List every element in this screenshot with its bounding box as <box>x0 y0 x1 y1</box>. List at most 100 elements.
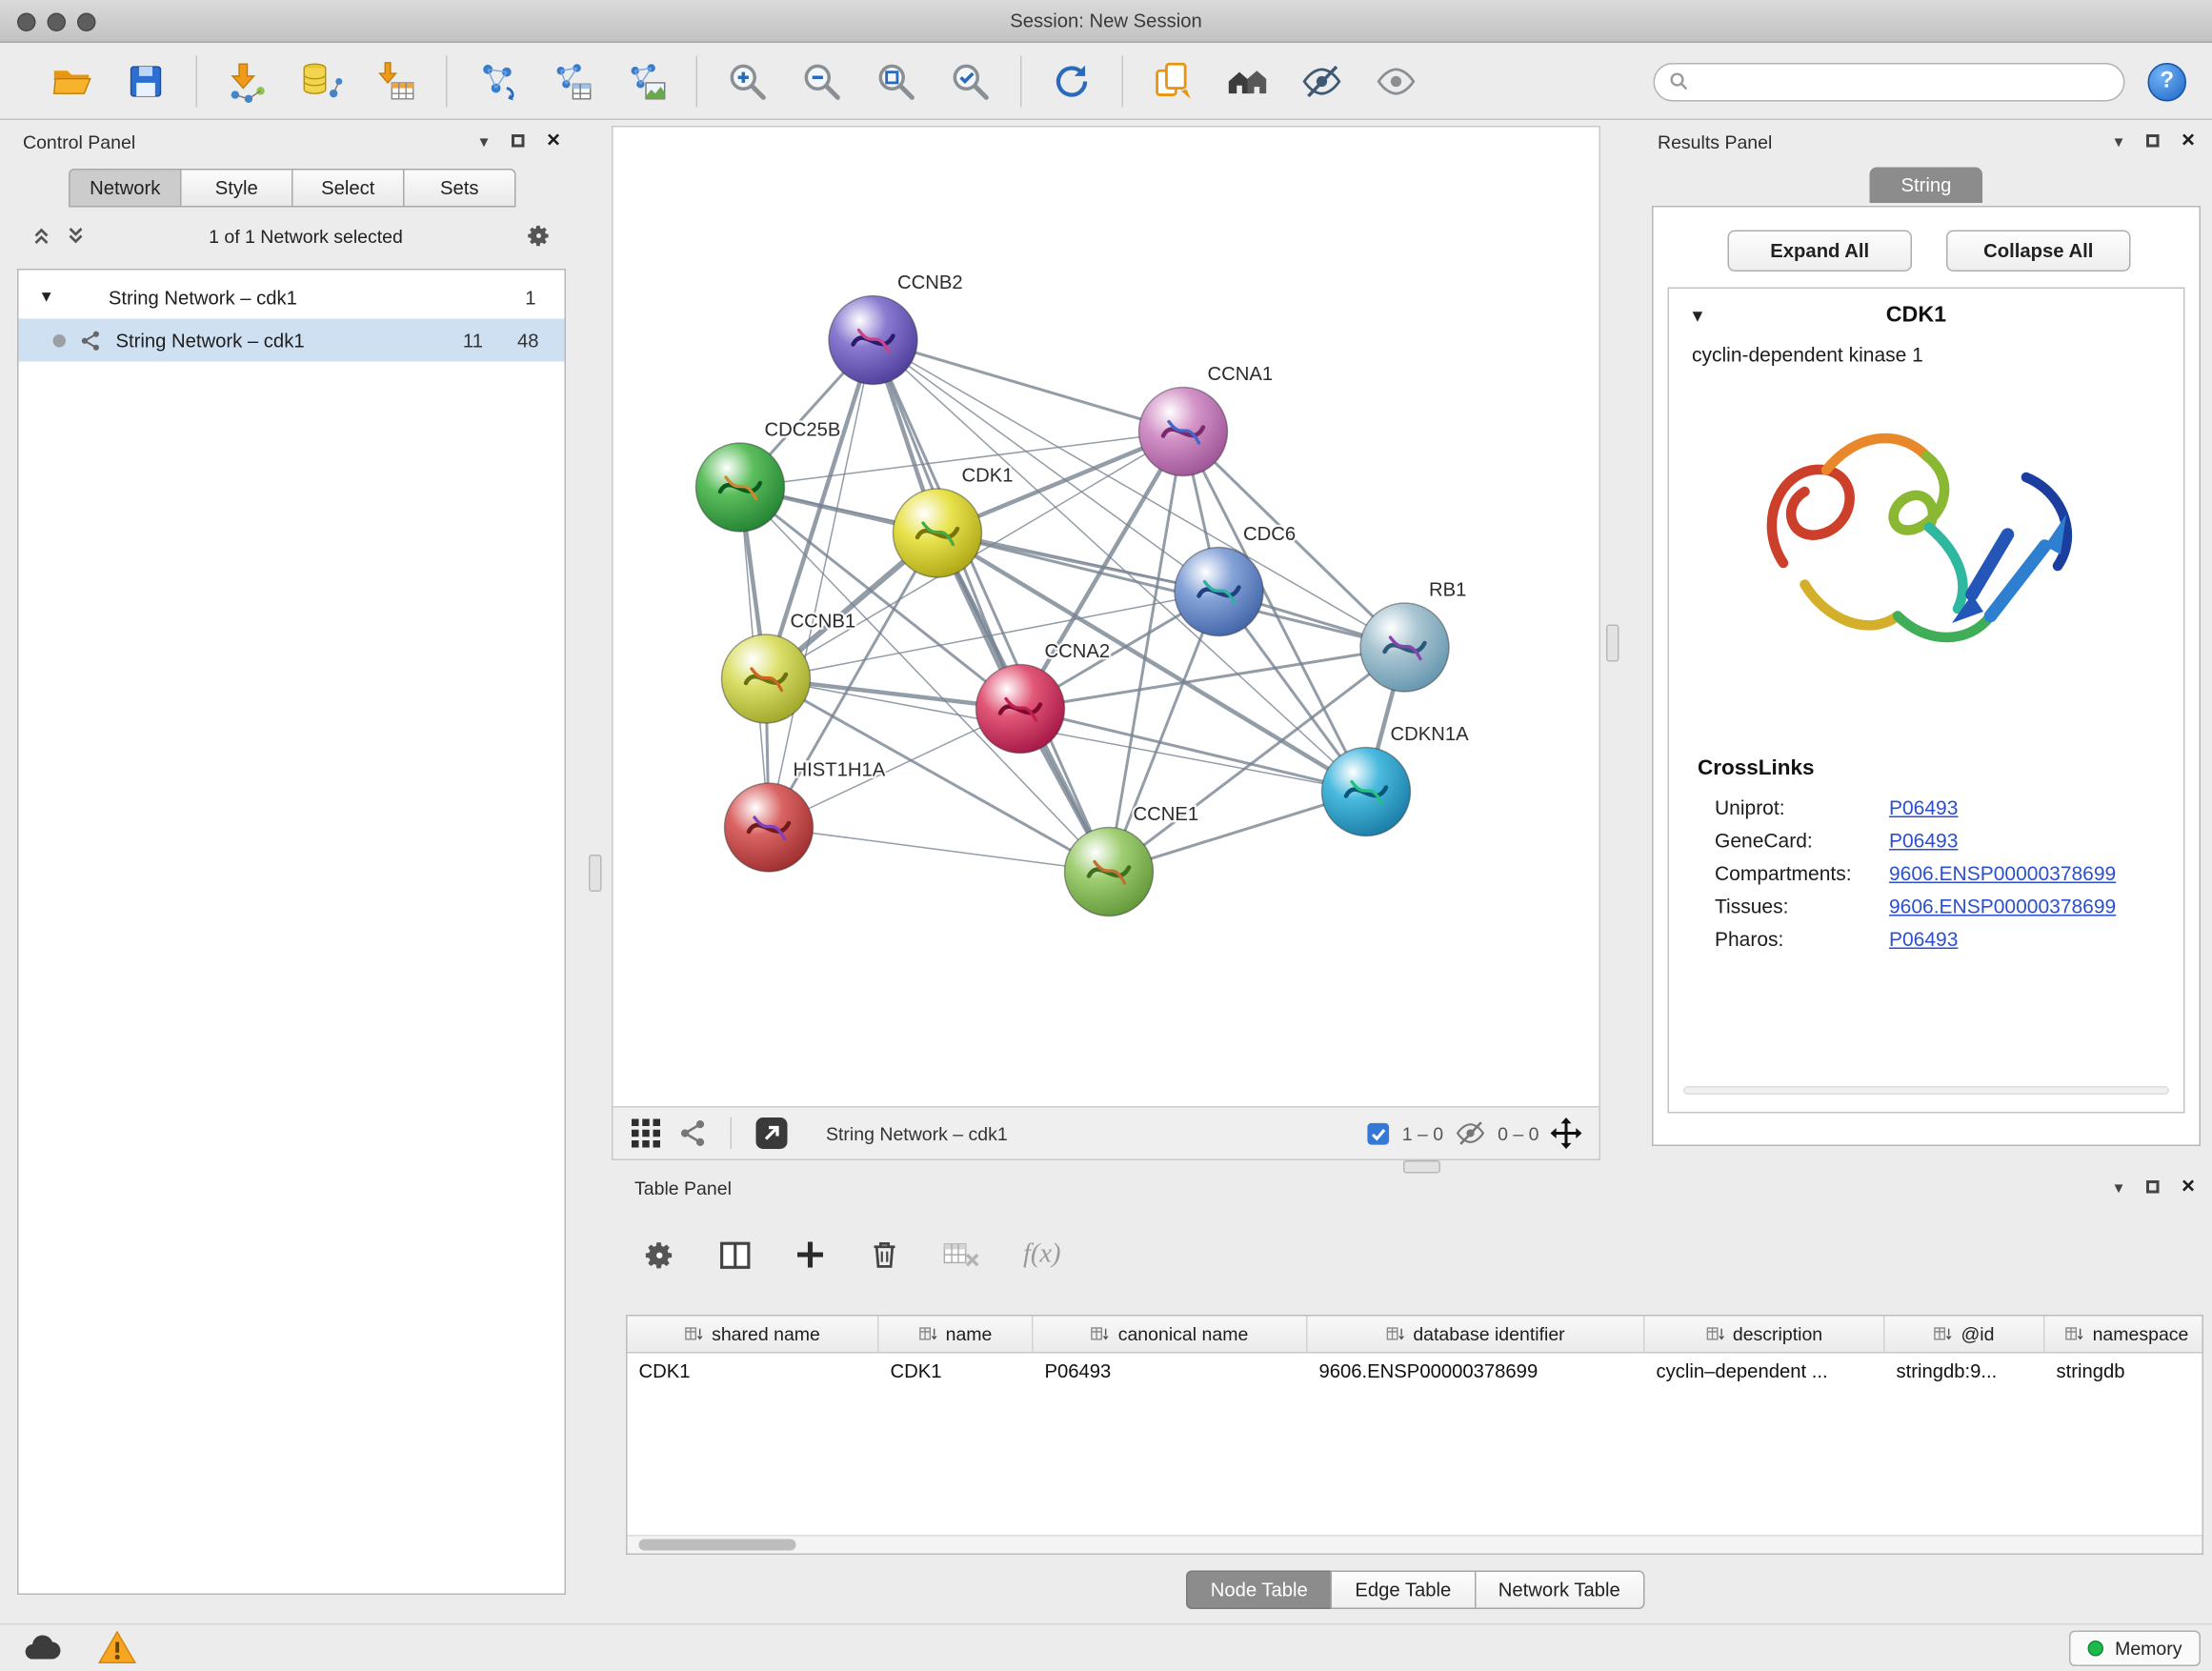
column-header-description[interactable]: description <box>1645 1317 1885 1353</box>
minimize-window-button[interactable] <box>48 12 67 31</box>
zoom-fit-button[interactable] <box>872 57 920 106</box>
maximize-window-button[interactable] <box>77 12 96 31</box>
collapse-triangle-icon[interactable]: ▼ <box>1689 306 1706 326</box>
show-columns-icon[interactable] <box>719 1238 753 1272</box>
memory-button[interactable]: Memory <box>2069 1630 2201 1666</box>
results-scrollbar[interactable] <box>1683 1086 2169 1095</box>
table-cell[interactable]: 9606.ENSP00000378699 <box>1308 1354 1645 1391</box>
import-table-button[interactable] <box>372 57 420 106</box>
expand-triangle-icon[interactable]: ▼ <box>39 289 54 306</box>
panel-menu-icon[interactable]: ▾ <box>2114 133 2122 151</box>
network-row[interactable]: String Network – cdk1 11 48 <box>19 319 565 362</box>
table-cell[interactable]: P06493 <box>1034 1354 1308 1391</box>
network-node-ccnb2[interactable] <box>829 296 917 385</box>
splitter-handle[interactable] <box>589 855 602 892</box>
panel-close-icon[interactable]: × <box>547 131 560 153</box>
network-node-rb1[interactable] <box>1360 603 1449 692</box>
add-column-plus-icon[interactable] <box>794 1239 826 1271</box>
tab-node-table[interactable]: Node Table <box>1186 1571 1332 1610</box>
table-cell[interactable]: stringdb <box>2045 1354 2204 1391</box>
table-settings-gear-icon[interactable] <box>643 1238 676 1272</box>
tab-style[interactable]: Style <box>180 169 293 208</box>
column-header-canonical-name[interactable]: canonical name <box>1034 1317 1308 1353</box>
network-edge[interactable] <box>769 828 1109 873</box>
table-cell[interactable]: cyclin–dependent ... <box>1645 1354 1885 1391</box>
network-node-cdk1[interactable] <box>894 489 982 577</box>
table-cell[interactable]: CDK1 <box>879 1354 1034 1391</box>
zoom-out-button[interactable] <box>797 57 846 106</box>
network-node-ccnb1[interactable] <box>722 634 811 723</box>
hide-selected-button[interactable] <box>1297 57 1346 106</box>
crosslink-value-link[interactable]: 9606.ENSP00000378699 <box>1889 895 2116 917</box>
panel-menu-icon[interactable]: ▾ <box>2114 1179 2122 1197</box>
home-button[interactable] <box>1223 57 1272 106</box>
splitter-handle[interactable] <box>1403 1160 1440 1174</box>
tab-edge-table[interactable]: Edge Table <box>1331 1571 1476 1610</box>
hscrollbar-thumb[interactable] <box>639 1540 796 1551</box>
network-edge[interactable] <box>769 340 874 828</box>
tab-sets[interactable]: Sets <box>403 169 516 208</box>
table-hscrollbar[interactable] <box>628 1535 2202 1554</box>
delete-column-trash-icon[interactable] <box>869 1239 900 1271</box>
function-builder-icon[interactable]: f(x) <box>1023 1239 1061 1271</box>
column-header-name[interactable]: name <box>879 1317 1034 1353</box>
tab-string[interactable]: String <box>1870 168 1983 204</box>
show-all-button[interactable] <box>1372 57 1420 106</box>
panel-close-icon[interactable]: × <box>2182 131 2195 153</box>
network-node-ccna2[interactable] <box>976 665 1065 754</box>
network-canvas[interactable]: CCNB2CCNA1CDC25BCDK1CDC6RB1CCNB1CCNA2CDK… <box>613 128 1599 1107</box>
gear-icon[interactable] <box>526 223 552 249</box>
panel-menu-icon[interactable]: ▾ <box>479 133 488 151</box>
new-network-from-selection-button[interactable] <box>473 57 522 106</box>
network-node-ccna1[interactable] <box>1139 388 1228 476</box>
column-header-namespace[interactable]: namespace <box>2045 1317 2204 1353</box>
column-header-shared-name[interactable]: shared name <box>628 1317 879 1353</box>
network-edge[interactable] <box>874 340 1184 432</box>
hidden-eye-icon[interactable] <box>1455 1120 1486 1146</box>
panel-close-icon[interactable]: × <box>2182 1177 2195 1199</box>
close-window-button[interactable] <box>17 12 36 31</box>
tab-network-table[interactable]: Network Table <box>1474 1571 1644 1610</box>
table-cell[interactable]: CDK1 <box>628 1354 879 1391</box>
search-input[interactable] <box>1698 70 2109 92</box>
import-network-file-button[interactable] <box>223 57 271 106</box>
import-network-database-button[interactable] <box>297 57 346 106</box>
zoom-in-button[interactable] <box>723 57 772 106</box>
network-node-cdkn1a[interactable] <box>1322 748 1411 836</box>
panel-float-icon[interactable] <box>2145 133 2159 151</box>
panel-float-icon[interactable] <box>2145 1179 2159 1197</box>
network-node-cdc25b[interactable] <box>696 443 785 532</box>
splitter-handle[interactable] <box>1606 625 1619 662</box>
table-row[interactable]: CDK1CDK1P064939606.ENSP00000378699cyclin… <box>628 1354 2202 1391</box>
save-session-button[interactable] <box>122 57 171 106</box>
open-in-new-window-icon[interactable] <box>754 1117 789 1151</box>
crosslink-value-link[interactable]: P06493 <box>1889 796 1958 819</box>
crosslink-value-link[interactable]: 9606.ENSP00000378699 <box>1889 862 2116 885</box>
network-node-ccne1[interactable] <box>1065 828 1154 916</box>
delete-table-icon[interactable] <box>943 1239 980 1271</box>
selected-checkbox-icon[interactable] <box>1366 1121 1391 1146</box>
open-session-button[interactable] <box>48 57 96 106</box>
network-edge[interactable] <box>766 592 1219 679</box>
crosslink-value-link[interactable]: P06493 <box>1889 829 1958 852</box>
cloud-icon[interactable] <box>20 1631 63 1665</box>
refresh-button[interactable] <box>1048 57 1096 106</box>
column-header-database-identifier[interactable]: database identifier <box>1308 1317 1645 1353</box>
network-collection-row[interactable]: ▼ String Network – cdk1 1 <box>19 276 565 319</box>
expand-all-button[interactable]: Expand All <box>1728 231 1913 272</box>
tab-select[interactable]: Select <box>292 169 405 208</box>
collapse-tree-icon[interactable] <box>31 226 51 246</box>
help-button[interactable]: ? <box>2148 62 2187 101</box>
grid-view-icon[interactable] <box>631 1117 662 1149</box>
move-crosshair-icon[interactable] <box>1551 1117 1582 1149</box>
network-edge[interactable] <box>937 534 1405 648</box>
annotations-button[interactable] <box>1149 57 1197 106</box>
column-header--id[interactable]: @id <box>1885 1317 2045 1353</box>
tab-network[interactable]: Network <box>69 169 182 208</box>
panel-float-icon[interactable] <box>511 133 524 151</box>
network-node-hist1h1a[interactable] <box>725 783 814 872</box>
export-network-image-button[interactable] <box>622 57 671 106</box>
network-from-table-button[interactable] <box>548 57 596 106</box>
table-cell[interactable]: stringdb:9... <box>1885 1354 2045 1391</box>
birds-eye-view-icon[interactable] <box>679 1119 708 1148</box>
